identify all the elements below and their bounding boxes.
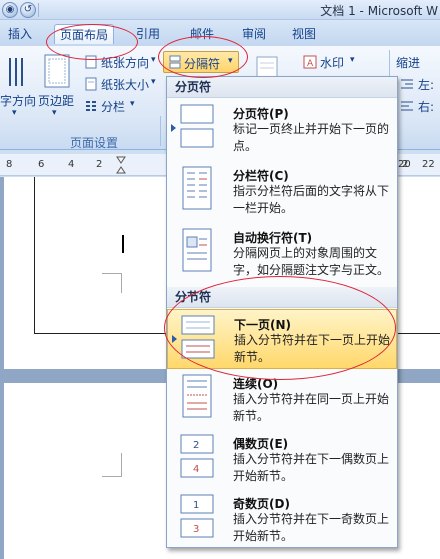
indent-label: 缩进 xyxy=(396,56,421,70)
margins-label[interactable]: 页边距 xyxy=(38,92,74,109)
menu-item-title: 偶数页(E) xyxy=(233,437,289,451)
watermark-label[interactable]: 水印 xyxy=(320,54,344,71)
page-border xyxy=(34,177,35,334)
menu-item-next-page[interactable]: 下一页(N) 插入分节符并在下一页上开始新节。 xyxy=(167,309,397,369)
text-cursor xyxy=(122,235,124,253)
chevron-down-icon[interactable]: ▾ xyxy=(12,108,17,118)
breaks-button[interactable]: 分隔符 ▾ xyxy=(163,51,239,73)
svg-text:A: A xyxy=(307,59,314,69)
indent-right-icon xyxy=(401,101,413,111)
chevron-down-icon: ▾ xyxy=(228,56,233,66)
menu-marker xyxy=(171,124,176,132)
ruler-number: 6 xyxy=(38,159,45,170)
orientation-label[interactable]: 纸张方向 xyxy=(101,54,149,71)
ruler-number: 22 xyxy=(422,159,435,170)
title-bar: ◉ ↺ 文档 1 - Microsoft W xyxy=(0,0,440,20)
menu-item-description: 插入分节符并在同一页上开始新节。 xyxy=(233,392,390,423)
menu-item-description: 插入分节符并在下一页上开始新节。 xyxy=(234,333,391,364)
menu-marker xyxy=(172,335,177,343)
svg-text:4: 4 xyxy=(193,464,199,475)
menu-item-title: 连续(O) xyxy=(233,377,279,391)
toolbar-separator xyxy=(38,3,39,17)
menu-item-description: 指示分栏符后面的文字将从下一栏开始。 xyxy=(233,184,390,215)
menu-item-title: 自动换行符(T) xyxy=(233,231,313,245)
margins-icon[interactable] xyxy=(44,54,70,88)
text-direction-label[interactable]: 字方向 xyxy=(0,92,36,109)
menu-item-text-wrapping-break[interactable]: 自动换行符(T) 分隔网页上的对象周围的文字，如分隔题注文字与正文。 xyxy=(167,223,397,283)
odd-page-break-icon: 1 3 xyxy=(180,494,214,538)
menu-section-section-breaks: 分节符 xyxy=(167,287,397,308)
indent-left-label: 左: xyxy=(418,78,435,92)
margin-mark xyxy=(102,273,122,274)
menu-item-description: 分隔网页上的对象周围的文字，如分隔题注文字与正文。 xyxy=(233,246,390,277)
margin-mark xyxy=(102,476,122,477)
page-size-icon xyxy=(85,77,97,91)
tab-page-layout[interactable]: 页面布局 xyxy=(54,24,114,44)
svg-text:3: 3 xyxy=(193,524,199,535)
indent-marker-icon[interactable] xyxy=(116,156,126,174)
menu-item-description: 插入分节符并在下一奇数页上开始新节。 xyxy=(233,512,390,543)
menu-item-column-break[interactable]: 分栏符(C) 指示分栏符后面的文字将从下一栏开始。 xyxy=(167,161,397,221)
office-logo-icon[interactable]: ◉ xyxy=(2,2,18,18)
ruler-number: 2 xyxy=(96,159,103,170)
svg-text:1: 1 xyxy=(193,500,199,511)
menu-section-page-breaks: 分页符 xyxy=(167,77,397,98)
menu-item-title: 分页符(P) xyxy=(233,107,289,121)
chevron-down-icon[interactable]: ▾ xyxy=(52,108,57,118)
ruler-number: 20 xyxy=(398,159,411,170)
menu-item-title: 下一页(N) xyxy=(234,318,292,332)
tab-view[interactable]: 视图 xyxy=(286,24,322,44)
tab-review[interactable]: 审阅 xyxy=(236,24,272,44)
indent-right-label: 右: xyxy=(418,100,435,114)
indent-left-icon xyxy=(401,79,413,89)
columns-label[interactable]: 分栏 xyxy=(101,98,125,115)
tab-mailings[interactable]: 邮件 xyxy=(184,24,220,44)
menu-item-title: 分栏符(C) xyxy=(233,169,289,183)
menu-item-continuous[interactable]: 连续(O) 插入分节符并在同一页上开始新节。 xyxy=(167,369,397,429)
menu-item-even-page[interactable]: 2 4 偶数页(E) 插入分节符并在下一偶数页上开始新节。 xyxy=(167,429,397,489)
next-page-break-icon xyxy=(181,315,215,359)
even-page-break-icon: 2 4 xyxy=(180,434,214,478)
orientation-icon xyxy=(85,55,97,69)
window-title: 文档 1 - Microsoft W xyxy=(320,4,438,18)
group-label-page-setup: 页面设置 xyxy=(70,136,119,150)
undo-icon[interactable]: ↺ xyxy=(20,2,36,18)
ruler-number: 8 xyxy=(6,159,13,170)
text-direction-icon[interactable] xyxy=(6,56,26,88)
margin-mark xyxy=(121,453,122,477)
breaks-icon xyxy=(169,55,181,69)
menu-item-title: 奇数页(D) xyxy=(233,497,290,511)
columns-icon xyxy=(86,101,96,111)
ruler-number: 4 xyxy=(68,159,75,170)
menu-item-odd-page[interactable]: 1 3 奇数页(D) 插入分节符并在下一奇数页上开始新节。 xyxy=(167,489,397,549)
group-separator xyxy=(160,116,161,146)
text-wrapping-break-icon xyxy=(182,228,212,272)
menu-item-page-break[interactable]: 分页符(P) 标记一页终止并开始下一页的点。 xyxy=(167,99,397,159)
size-label[interactable]: 纸张大小 xyxy=(101,76,149,93)
chevron-down-icon[interactable]: ▾ xyxy=(130,99,135,109)
margin-mark xyxy=(121,273,122,293)
tab-insert[interactable]: 插入 xyxy=(2,24,38,44)
continuous-break-icon xyxy=(182,374,212,418)
page-break-icon xyxy=(180,104,214,148)
tab-references[interactable]: 引用 xyxy=(130,24,166,44)
chevron-down-icon[interactable]: ▾ xyxy=(350,55,355,65)
menu-item-description: 插入分节符并在下一偶数页上开始新节。 xyxy=(233,452,390,483)
chevron-down-icon[interactable]: ▾ xyxy=(151,55,156,65)
breaks-dropdown-menu: 分页符 分页符(P) 标记一页终止并开始下一页的点。 分栏符(C) 指示分栏符后… xyxy=(166,76,398,548)
chevron-down-icon[interactable]: ▾ xyxy=(151,77,156,87)
svg-text:2: 2 xyxy=(193,440,199,451)
watermark-icon: A xyxy=(303,55,317,69)
menu-item-description: 标记一页终止并开始下一页的点。 xyxy=(233,122,390,153)
breaks-label: 分隔符 xyxy=(184,57,221,71)
column-break-icon xyxy=(182,166,212,210)
ribbon-tab-row: 插入 页面布局 引用 邮件 审阅 视图 xyxy=(0,20,440,46)
